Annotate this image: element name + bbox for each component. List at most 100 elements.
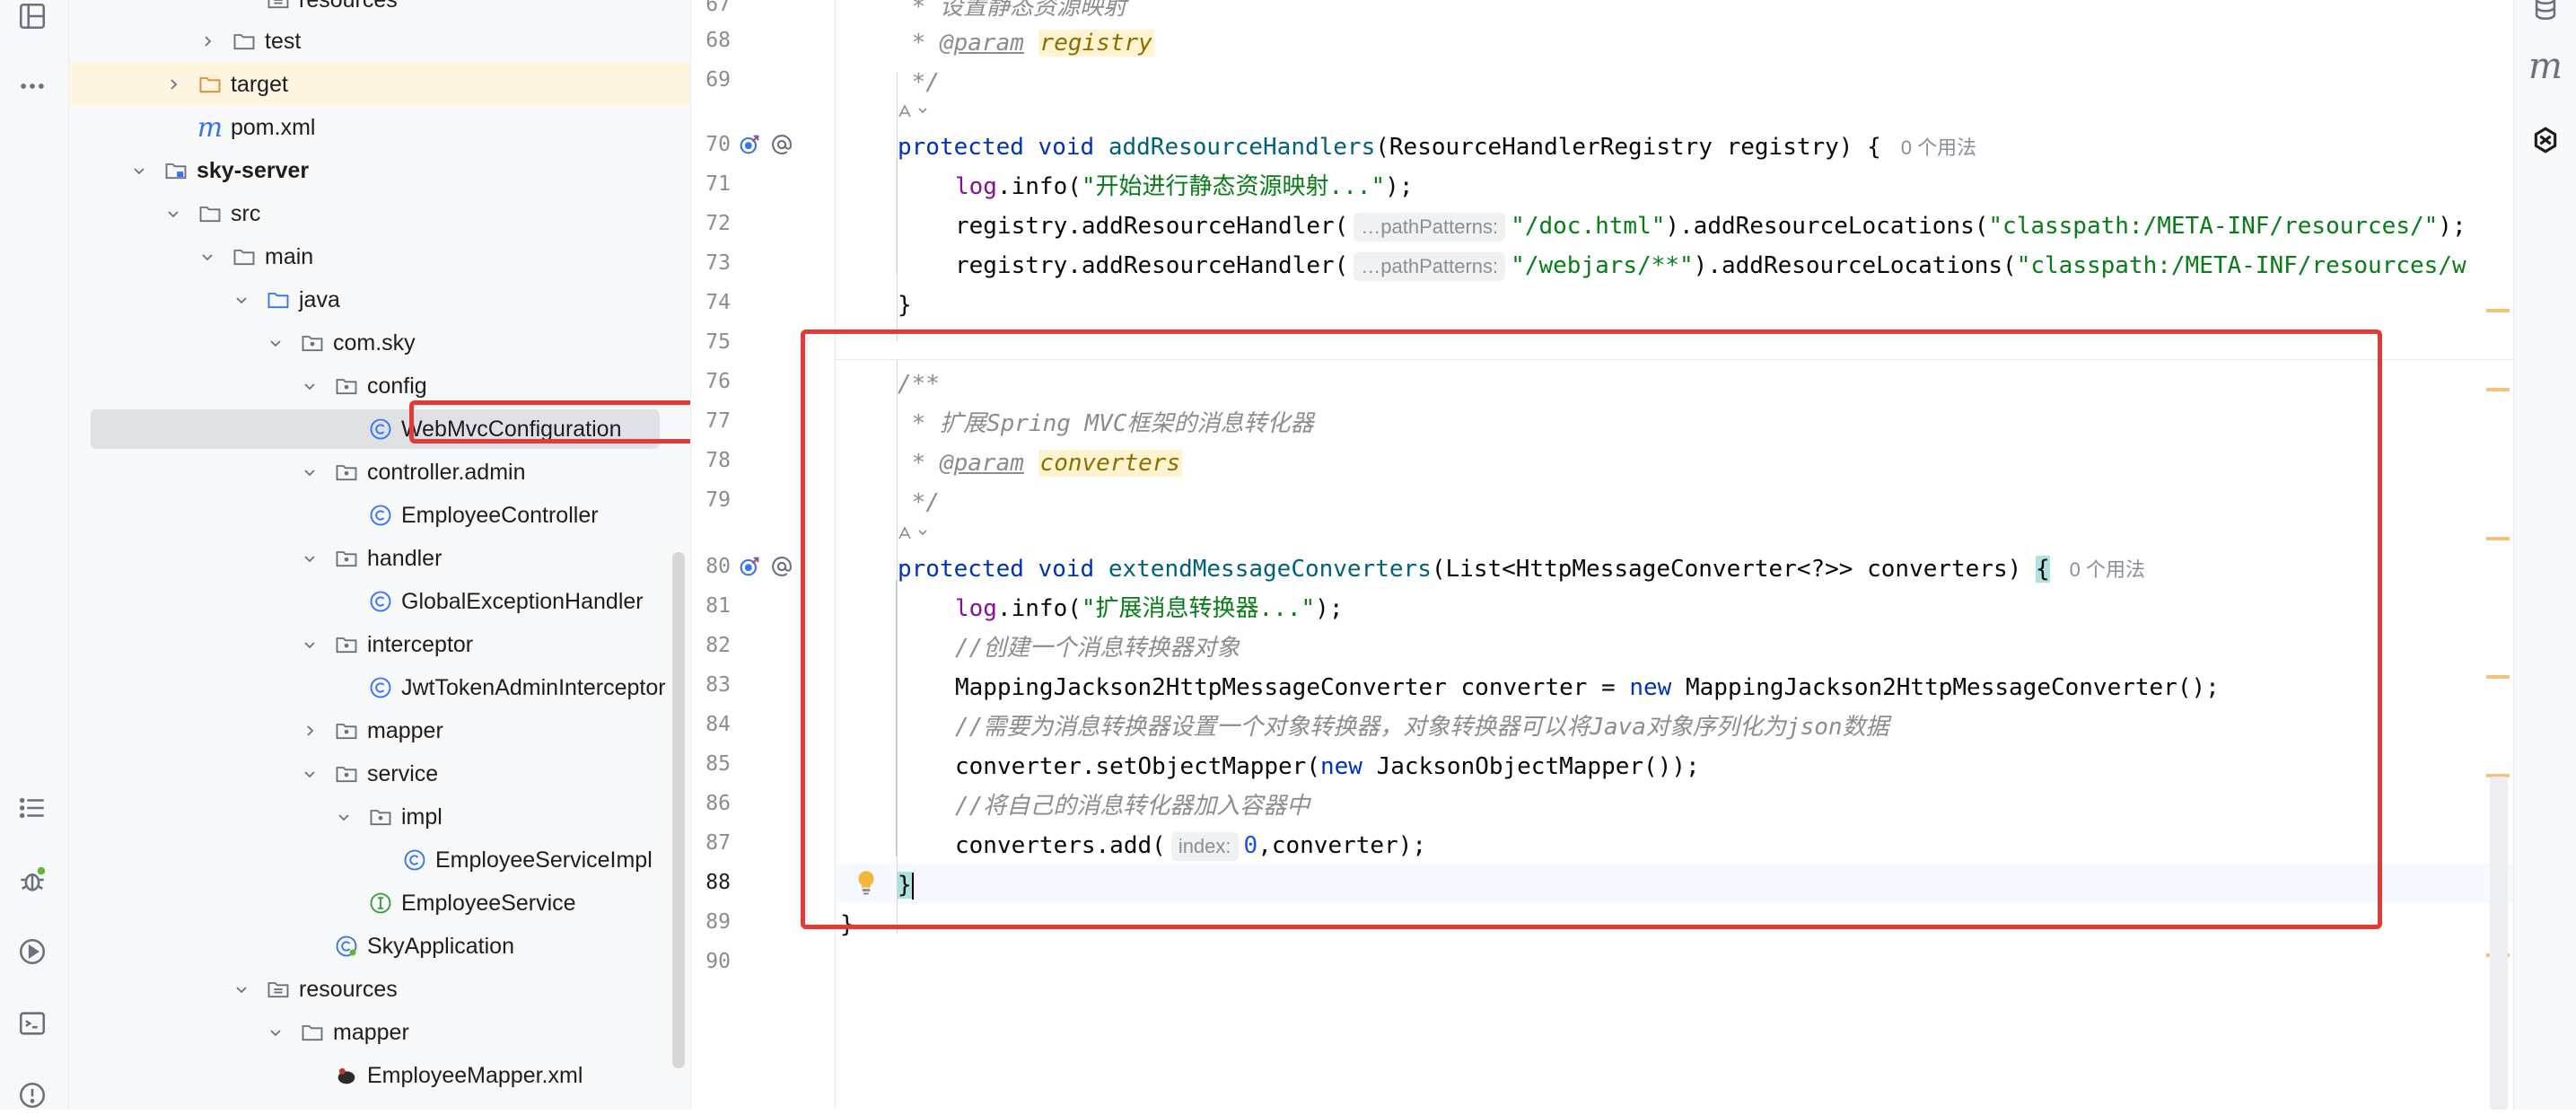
chevron-down-icon[interactable] <box>265 332 286 354</box>
tree-item-sky-server[interactable]: sky-server <box>69 149 690 192</box>
chevron-down-icon[interactable] <box>299 548 320 569</box>
line-number: 85 <box>705 752 731 776</box>
chevron-down-icon[interactable] <box>128 160 150 181</box>
override-method-icon[interactable] <box>736 131 763 158</box>
tree-item-label: pom.xml <box>231 114 316 140</box>
code-line-72: registry.addResourceHandler(…pathPattern… <box>955 212 2466 241</box>
tree-item-target[interactable]: target <box>69 63 690 106</box>
tree-scrollbar[interactable] <box>672 552 685 1068</box>
structure-list-icon[interactable] <box>13 788 52 828</box>
chevron-down-icon[interactable] <box>299 763 320 785</box>
tree-item-src[interactable]: src <box>69 192 690 235</box>
parameter-hint: …pathPatterns: <box>1354 251 1506 281</box>
warning-marker[interactable] <box>2486 537 2510 540</box>
tree-item-java[interactable]: java <box>69 278 690 321</box>
tree-item-handler[interactable]: handler <box>69 537 690 580</box>
tree-item-label: test <box>265 28 302 54</box>
database-icon[interactable] <box>2526 0 2565 27</box>
override-method-icon[interactable] <box>736 553 763 580</box>
interface-icon <box>367 890 394 917</box>
line-number: 84 <box>705 713 731 736</box>
tree-item-main[interactable]: main <box>69 235 690 278</box>
code-line-73: registry.addResourceHandler(…pathPattern… <box>955 251 2466 281</box>
package-icon <box>299 329 326 356</box>
tree-item-skyapplication[interactable]: SkyApplication <box>69 925 690 968</box>
chevron-right-icon[interactable] <box>299 720 320 742</box>
tree-item-mapper[interactable]: mapper <box>69 709 690 752</box>
tree-item-label: handler <box>367 545 442 571</box>
chevron-down-icon[interactable] <box>197 246 218 268</box>
chevron-down-icon[interactable] <box>231 289 252 311</box>
services-icon[interactable] <box>13 932 52 971</box>
package-icon <box>333 459 360 486</box>
tree-item-label: SkyApplication <box>367 933 514 959</box>
chevron-down-icon[interactable] <box>231 979 252 1000</box>
tree-item-employeeservice[interactable]: EmployeeService <box>69 882 690 925</box>
chevron-down-icon[interactable] <box>162 203 184 224</box>
line-number: 81 <box>705 594 731 618</box>
tree-item-jwttokenadmininterceptor[interactable]: JwtTokenAdminInterceptor <box>69 666 690 709</box>
render-doc-icon[interactable] <box>896 101 935 122</box>
folder-icon <box>197 200 223 227</box>
line-number: 77 <box>705 409 731 433</box>
tree-item-employeeserviceimpl[interactable]: EmployeeServiceImpl <box>69 838 690 882</box>
folder-icon <box>299 1019 326 1046</box>
tree-item-label: main <box>265 243 314 269</box>
line-number: 67 <box>705 0 731 16</box>
chevron-right-icon[interactable] <box>197 31 218 52</box>
problems-icon[interactable] <box>13 1075 52 1115</box>
chevron-down-icon[interactable] <box>333 806 355 828</box>
tree-item-globalexceptionhandler[interactable]: GlobalExceptionHandler <box>69 580 690 623</box>
more-tools-icon[interactable] <box>13 66 52 106</box>
code-editor[interactable]: 67 68 69 70 71 72 73 74 75 76 77 78 79 8… <box>691 0 2522 1110</box>
left-tool-strip <box>0 0 69 1110</box>
annotation-red-box-code <box>801 329 2382 929</box>
tree-item-mapper-resources[interactable]: mapper <box>69 1011 690 1054</box>
project-structure-icon[interactable] <box>13 0 52 36</box>
line-number-current: 88 <box>705 871 731 894</box>
debug-icon[interactable] <box>13 860 52 900</box>
warning-marker[interactable] <box>2486 675 2510 679</box>
tree-item-pom[interactable]: m pom.xml <box>69 106 690 149</box>
tree-item-label: java <box>299 286 340 312</box>
terminal-icon[interactable] <box>13 1004 52 1043</box>
maven-tool-icon[interactable]: m <box>2526 46 2565 87</box>
warning-marker[interactable] <box>2486 309 2510 312</box>
line-number: 72 <box>705 212 731 235</box>
tree-item-label: EmployeeServiceImpl <box>435 847 653 873</box>
tree-item-interceptor[interactable]: interceptor <box>69 623 690 666</box>
tree-item-resources[interactable]: resources <box>69 968 690 1011</box>
class-icon <box>367 674 394 701</box>
package-icon <box>333 373 360 399</box>
project-tree-panel: resources test target m pom.xml sky-serv… <box>69 0 691 1110</box>
line-number: 86 <box>705 792 731 815</box>
tree-item-controller-admin[interactable]: controller.admin <box>69 451 690 494</box>
right-tool-strip: m <box>2513 0 2576 1110</box>
annotation-at-icon[interactable] <box>768 131 795 158</box>
tree-item-com-sky[interactable]: com.sky <box>69 321 690 364</box>
chevron-down-icon[interactable] <box>299 634 320 655</box>
chevron-down-icon[interactable] <box>299 375 320 397</box>
ai-assistant-icon[interactable] <box>2526 120 2565 160</box>
line-number: 74 <box>705 291 731 314</box>
tree-item-test[interactable]: test <box>69 20 690 63</box>
package-icon <box>333 545 360 572</box>
class-icon <box>367 502 394 529</box>
tree-item-employeecontroller[interactable]: EmployeeController <box>69 494 690 537</box>
tree-item-employeemapper-xml[interactable]: EmployeeMapper.xml <box>69 1054 690 1097</box>
annotation-at-icon[interactable] <box>768 553 795 580</box>
editor-scrollbar[interactable] <box>2490 777 2508 1110</box>
chevron-down-icon[interactable] <box>299 461 320 483</box>
chevron-right-icon[interactable] <box>162 74 184 95</box>
tree-item-label: EmployeeMapper.xml <box>367 1062 583 1088</box>
line-number: 71 <box>705 172 731 196</box>
tree-item-impl[interactable]: impl <box>69 795 690 838</box>
tree-item-resources-top[interactable]: resources <box>69 0 690 22</box>
tree-item-label: resources <box>299 0 398 13</box>
tree-item-service[interactable]: service <box>69 752 690 795</box>
warning-marker[interactable] <box>2486 388 2510 391</box>
package-icon <box>333 717 360 744</box>
chevron-down-icon[interactable] <box>265 1022 286 1043</box>
tree-item-label: impl <box>401 803 442 830</box>
tree-item-label: src <box>231 200 261 226</box>
